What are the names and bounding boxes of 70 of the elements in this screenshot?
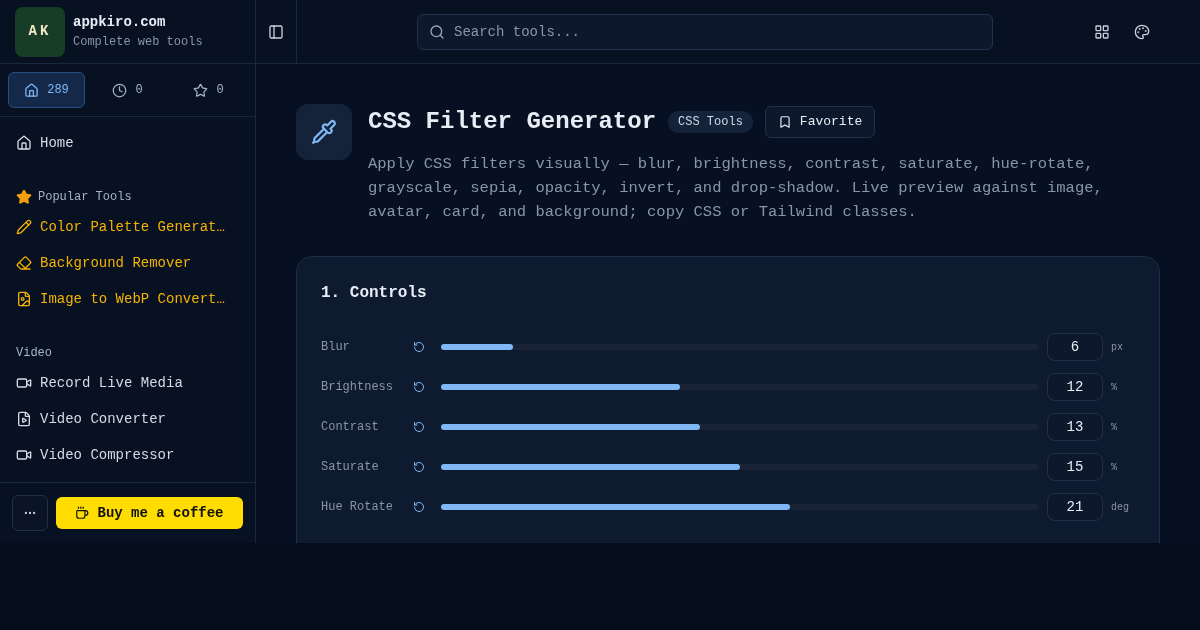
star-icon bbox=[16, 189, 32, 205]
value-field[interactable]: 12 bbox=[1047, 373, 1103, 401]
slider-track[interactable] bbox=[441, 384, 1039, 390]
clock-icon bbox=[112, 82, 128, 98]
pencil-icon bbox=[16, 219, 32, 235]
video-camera-icon bbox=[16, 375, 32, 391]
image-file-icon bbox=[16, 291, 32, 307]
sidebar-item[interactable]: Image to WebP Convert… bbox=[0, 281, 255, 317]
control-label: Brightness bbox=[321, 379, 394, 396]
grid-view-button[interactable] bbox=[1094, 23, 1110, 40]
search-field[interactable]: Search tools... bbox=[417, 13, 993, 50]
reset-icon bbox=[413, 421, 425, 433]
pipette-icon bbox=[311, 119, 337, 145]
video-file-icon bbox=[16, 411, 32, 427]
value-field[interactable]: 13 bbox=[1047, 413, 1103, 441]
buy-coffee-button[interactable]: Buy me a coffee bbox=[56, 497, 243, 529]
theme-palette-button[interactable] bbox=[1134, 23, 1150, 40]
slider-track[interactable] bbox=[441, 464, 1039, 470]
section-heading: Popular Tools bbox=[38, 189, 132, 206]
sidebar-item[interactable]: Record Live Media bbox=[0, 365, 255, 401]
control-label: Saturate bbox=[321, 459, 380, 476]
sidebar-tab[interactable]: 0 bbox=[170, 72, 247, 108]
site-tagline: Complete web tools bbox=[73, 34, 203, 51]
tool-description: Apply CSS filters visually — blur, brightness, contrast, saturate, hue-rotate, grayscale, sepia, opacity, invert, and drop-shadow. Live preview against image, avatar, card, and background; copy CSS or Tailwind classes. bbox=[368, 154, 1104, 223]
sidebar-item[interactable]: Background Remover bbox=[0, 245, 255, 281]
value-field[interactable]: 21 bbox=[1047, 493, 1103, 521]
sidebar-tab[interactable]: 289 bbox=[8, 72, 85, 108]
reset-icon bbox=[413, 501, 425, 513]
sidebar-tab[interactable]: 0 bbox=[89, 72, 166, 108]
star-icon bbox=[193, 82, 209, 98]
category-tag: CSS Tools bbox=[668, 111, 753, 133]
reset-button[interactable] bbox=[413, 461, 425, 473]
sidebar-toggle-button[interactable] bbox=[268, 23, 284, 40]
slider-track[interactable] bbox=[441, 504, 1039, 510]
unit-label: % bbox=[1111, 420, 1117, 435]
coffee-icon bbox=[75, 506, 90, 520]
unit-label: px bbox=[1111, 340, 1123, 355]
reset-icon bbox=[413, 341, 425, 353]
control-label: Hue Rotate bbox=[321, 499, 394, 516]
unit-label: % bbox=[1111, 460, 1117, 475]
site-name: appkiro.com bbox=[73, 13, 167, 32]
value-field[interactable]: 15 bbox=[1047, 453, 1103, 481]
bookmark-icon bbox=[777, 115, 792, 129]
search-icon bbox=[429, 23, 445, 40]
card-title: 1. Controls bbox=[321, 283, 428, 304]
control-label: Blur bbox=[321, 339, 351, 356]
reset-button[interactable] bbox=[413, 501, 425, 513]
reset-button[interactable] bbox=[413, 381, 425, 393]
reset-button[interactable] bbox=[413, 341, 425, 353]
reset-icon bbox=[413, 461, 425, 473]
sidebar-item[interactable]: Color Palette Generat… bbox=[0, 209, 255, 245]
video-camera-icon bbox=[16, 447, 32, 463]
tool-title: CSS Filter Generator bbox=[368, 107, 657, 137]
sidebar-item[interactable]: Video Compressor bbox=[0, 437, 255, 473]
logo: AK bbox=[15, 6, 65, 57]
sidebar-item[interactable]: Home bbox=[0, 125, 255, 161]
value-field[interactable]: 6 bbox=[1047, 333, 1103, 361]
reset-button[interactable] bbox=[413, 421, 425, 433]
section-heading: Video bbox=[16, 345, 52, 362]
slider-track[interactable] bbox=[441, 424, 1039, 430]
unit-label: deg bbox=[1111, 500, 1129, 515]
home-icon bbox=[16, 135, 32, 151]
eraser-icon bbox=[16, 255, 32, 271]
favorite-button[interactable]: Favorite bbox=[764, 106, 876, 138]
home-icon bbox=[24, 82, 40, 98]
slider-track[interactable] bbox=[441, 344, 1039, 350]
unit-label: % bbox=[1111, 380, 1117, 395]
sidebar-item[interactable]: Video Converter bbox=[0, 401, 255, 437]
reset-icon bbox=[413, 381, 425, 393]
control-label: Contrast bbox=[321, 419, 380, 436]
